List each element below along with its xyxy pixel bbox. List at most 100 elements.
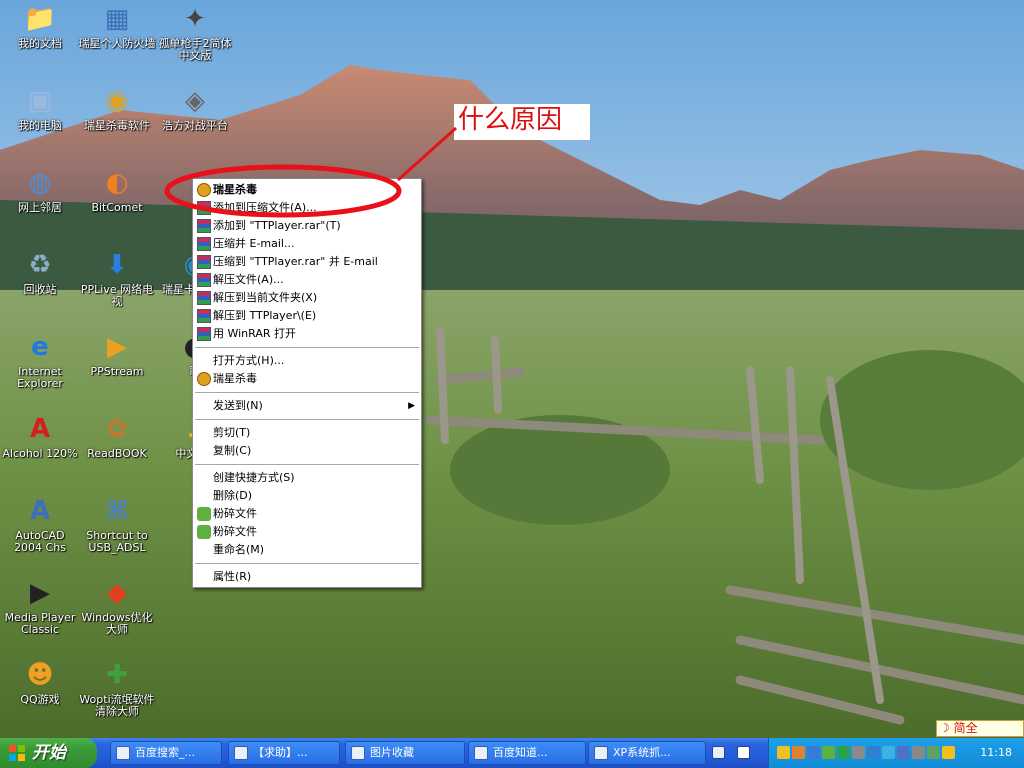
desktop-icon-label[interactable]: 网上邻居 — [0, 202, 80, 214]
qq-game-icon[interactable]: ☻ — [23, 658, 57, 692]
desktop-icon-label[interactable]: Wopti流氓软件清除大师 — [77, 694, 157, 718]
internet-explorer-icon[interactable]: e — [23, 330, 57, 364]
menu-item-label[interactable]: 瑞星杀毒 — [213, 372, 257, 385]
menu-item-label[interactable]: 解压文件(A)... — [213, 273, 284, 286]
drive-icon[interactable] — [867, 746, 880, 759]
rising-antivirus-icon[interactable]: ◉ — [100, 84, 134, 118]
menu-item-label[interactable]: 删除(D) — [213, 489, 252, 502]
alcohol-icon[interactable]: A — [23, 412, 57, 446]
desktop-icon[interactable]: ▣ 我的电脑 — [0, 84, 80, 132]
game-gun-icon[interactable]: ✦ — [178, 2, 212, 36]
menu-item[interactable]: 解压到 TTPlayer\(E) — [193, 307, 421, 325]
menu-item-label[interactable]: 打开方式(H)... — [213, 354, 284, 367]
folder-documents-icon[interactable]: 📁 — [23, 2, 57, 36]
my-computer-icon[interactable]: ▣ — [23, 84, 57, 118]
desktop-icon-label[interactable]: 我的电脑 — [0, 120, 80, 132]
menu-item-label[interactable]: 剪切(T) — [213, 426, 250, 439]
menu-item[interactable]: 压缩并 E-mail... — [193, 235, 421, 253]
menu-item[interactable]: 瑞星杀毒 — [193, 181, 421, 199]
desktop-icon-label[interactable]: QQ游戏 — [0, 694, 80, 706]
desktop-icon[interactable]: ☻ QQ游戏 — [0, 658, 80, 706]
desktop-icon[interactable]: ✿ ReadBOOK — [77, 412, 157, 460]
menu-item-label[interactable]: 压缩并 E-mail... — [213, 237, 294, 250]
bitcomet-icon[interactable]: ◐ — [100, 166, 134, 200]
desktop-icon[interactable]: ⬇ PPLive 网络电视 — [77, 248, 157, 308]
game-platform-icon[interactable]: ◈ — [178, 84, 212, 118]
menu-item-label[interactable]: 解压到 TTPlayer\(E) — [213, 309, 316, 322]
menu-item[interactable]: 复制(C) — [193, 442, 421, 460]
usb-adsl-icon[interactable]: ⌘ — [100, 494, 134, 528]
menu-item[interactable]: 解压到当前文件夹(X) — [193, 289, 421, 307]
desktop-icon[interactable]: ◆ Windows优化大师 — [77, 576, 157, 636]
menu-item[interactable]: 发送到(N) ▶ — [193, 397, 421, 415]
firewall-icon[interactable]: ▦ — [100, 2, 134, 36]
desktop-icon[interactable]: A Alcohol 120% — [0, 412, 80, 460]
desktop-icon-label[interactable]: PPStream — [77, 366, 157, 378]
menu-item[interactable]: 解压文件(A)... — [193, 271, 421, 289]
menu-item[interactable]: 添加到 "TTPlayer.rar"(T) — [193, 217, 421, 235]
volume-icon[interactable] — [912, 746, 925, 759]
ime-text[interactable]: 简全 — [954, 721, 978, 735]
menu-item-label[interactable]: 重命名(M) — [213, 543, 264, 556]
ppstream-icon[interactable]: ▶ — [100, 330, 134, 364]
desktop-icon[interactable]: ▶ Media Player Classic — [0, 576, 80, 636]
desktop-icon[interactable]: A AutoCAD 2004 Chs — [0, 494, 80, 554]
menu-item-label[interactable]: 压缩到 "TTPlayer.rar" 并 E-mail — [213, 255, 378, 268]
menu-item[interactable]: 打开方式(H)... — [193, 352, 421, 370]
desktop-icon[interactable]: ⌘ Shortcut to USB_ADSL — [77, 494, 157, 554]
pplive-icon[interactable]: ⬇ — [100, 248, 134, 282]
menu-item[interactable]: 粉碎文件 — [193, 505, 421, 523]
menu-item[interactable]: 瑞星杀毒 — [193, 370, 421, 388]
desktop-icon-label[interactable]: 浩方对战平台 — [155, 120, 235, 132]
taskbar-task-button[interactable]: XP系统抓... — [588, 741, 706, 765]
menu-item[interactable]: 压缩到 "TTPlayer.rar" 并 E-mail — [193, 253, 421, 271]
menu-item[interactable]: 创建快捷方式(S) — [193, 469, 421, 487]
desktop-icon[interactable]: ✚ Wopti流氓软件清除大师 — [77, 658, 157, 718]
wopti-icon[interactable]: ✚ — [100, 658, 134, 692]
desktop-icon[interactable]: ◈ 浩方对战平台 — [155, 84, 235, 132]
menu-item-label[interactable]: 添加到 "TTPlayer.rar"(T) — [213, 219, 341, 232]
menu-item-label[interactable]: 发送到(N) — [213, 399, 263, 412]
menu-item[interactable]: 重命名(M) — [193, 541, 421, 559]
desktop-icon-label[interactable]: Shortcut to USB_ADSL — [77, 530, 157, 554]
menu-item[interactable]: 用 WinRAR 打开 — [193, 325, 421, 343]
desktop-icon[interactable]: ▶ PPStream — [77, 330, 157, 378]
ie-tray-icon[interactable] — [882, 746, 895, 759]
usb-icon[interactable] — [852, 746, 865, 759]
desktop-icon[interactable]: 📁 我的文档 — [0, 2, 80, 50]
speaker-icon[interactable] — [822, 746, 835, 759]
network-icon[interactable]: ◍ — [23, 166, 57, 200]
update-icon[interactable] — [942, 746, 955, 759]
desktop-icon[interactable]: ▦ 瑞星个人防火墙 — [77, 2, 157, 50]
desktop-icon-label[interactable]: PPLive 网络电视 — [77, 284, 157, 308]
menu-item-label[interactable]: 瑞星杀毒 — [213, 183, 257, 196]
desktop-icon[interactable]: ♻ 回收站 — [0, 248, 80, 296]
menu-item[interactable]: 剪切(T) — [193, 424, 421, 442]
msn-icon[interactable] — [897, 746, 910, 759]
windows-optimizer-icon[interactable]: ◆ — [100, 576, 134, 610]
desktop-icon[interactable]: ✦ 孤单枪手2简体中文版 — [155, 2, 235, 62]
desktop-icon[interactable]: ◐ BitComet — [77, 166, 157, 214]
play-icon[interactable] — [837, 746, 850, 759]
autocad-icon[interactable]: A — [23, 494, 57, 528]
taskbar-task-button[interactable]: 图片收藏 — [345, 741, 465, 765]
start-button[interactable]: 开始 — [0, 738, 97, 768]
menu-item-label[interactable]: 粉碎文件 — [213, 525, 257, 538]
desktop-icon[interactable]: ◉ 瑞星杀毒软件 — [77, 84, 157, 132]
desktop-icon-label[interactable]: Windows优化大师 — [77, 612, 157, 636]
menu-item-label[interactable]: 复制(C) — [213, 444, 251, 457]
menu-item-label[interactable]: 添加到压缩文件(A)... — [213, 201, 317, 214]
menu-item-label[interactable]: 创建快捷方式(S) — [213, 471, 295, 484]
shield-icon[interactable] — [927, 746, 940, 759]
menu-item[interactable]: 添加到压缩文件(A)... — [193, 199, 421, 217]
desktop-icon-label[interactable]: AutoCAD 2004 Chs — [0, 530, 80, 554]
desktop-icon[interactable]: ◍ 网上邻居 — [0, 166, 80, 214]
help-icon[interactable] — [737, 746, 750, 759]
network-tray-icon[interactable] — [807, 746, 820, 759]
desktop-icon[interactable]: e Internet Explorer — [0, 330, 80, 390]
desktop-icon-label[interactable]: Media Player Classic — [0, 612, 80, 636]
taskbar-task-button[interactable]: 百度知道... — [468, 741, 586, 765]
menu-item[interactable]: 粉碎文件 — [193, 523, 421, 541]
desktop-icon-label[interactable]: 孤单枪手2简体中文版 — [155, 38, 235, 62]
desktop-icon-label[interactable]: Internet Explorer — [0, 366, 80, 390]
